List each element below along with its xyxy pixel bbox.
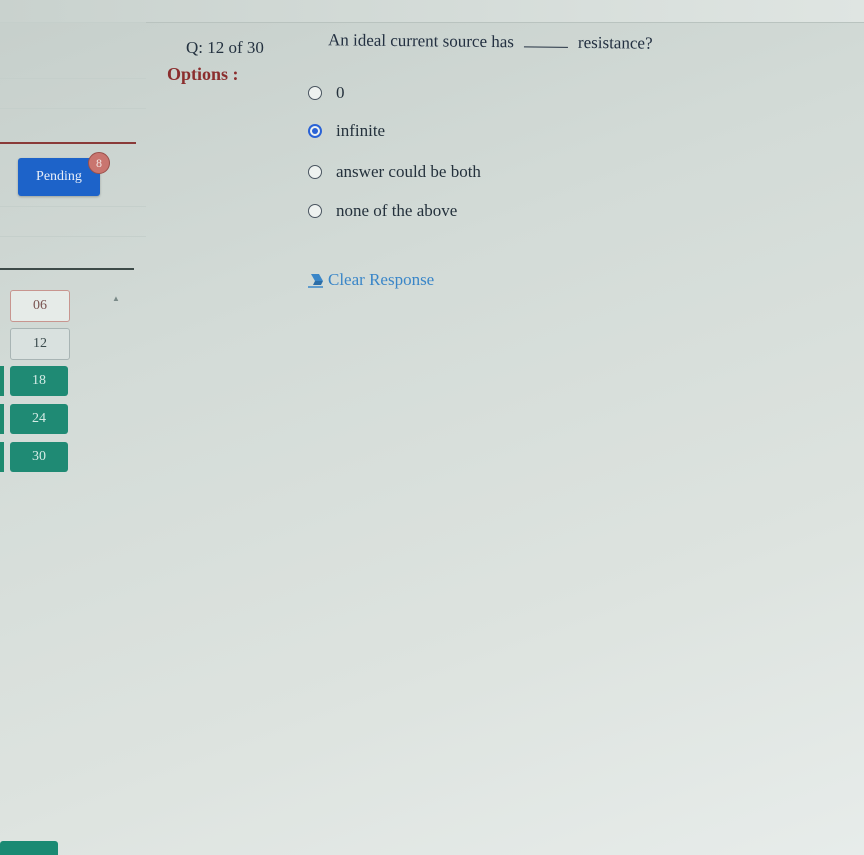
clear-response-link[interactable]: Clear Response [306,270,434,290]
sidebar-section-line [0,268,134,270]
question-text: An ideal current source has resistance? [328,30,653,53]
question-group-label: 24 [32,411,46,426]
option-0[interactable]: 0 [308,83,345,103]
question-group-label: 30 [32,449,46,464]
pending-label: Pending [36,169,82,184]
option-none-of-the-above[interactable]: none of the above [308,201,457,221]
radio-button[interactable] [308,204,322,218]
question-text-start: An ideal current source has [327,30,515,52]
clear-response-label: Clear Response [328,270,435,289]
radio-button[interactable] [308,86,322,100]
question-group-label: 06 [33,298,47,313]
group-accent [0,442,4,472]
sidebar-divider [0,22,146,23]
option-answer-could-be-both[interactable]: answer could be both [308,162,481,182]
question-text-end: resistance? [577,32,653,53]
option-label: answer could be both [336,162,481,181]
question-group-button-30[interactable]: 30 [10,442,68,472]
option-infinite[interactable]: infinite [308,121,385,141]
pending-count: 8 [96,155,102,170]
group-accent [0,404,4,434]
group-accent [0,366,4,396]
sidebar-divider [0,206,146,207]
radio-button-selected[interactable] [308,124,322,138]
question-palette-sidebar [0,22,148,855]
option-label: infinite [336,121,386,140]
question-group-button-18[interactable]: 18 [10,366,68,396]
question-group-label: 12 [33,336,47,351]
question-group-label: 18 [32,373,46,388]
question-number: Q: 12 of 30 [186,38,264,57]
sidebar-divider [0,78,146,79]
question-group-button-06[interactable]: 06 [10,290,70,322]
options-label: Options : [167,64,239,84]
pending-count-badge: 8 [88,152,110,174]
sidebar-divider [0,108,146,109]
sidebar-divider [0,236,146,237]
scroll-up-arrow-icon[interactable]: ▲ [112,295,120,303]
question-group-button-24[interactable]: 24 [10,404,68,434]
option-label: 0 [336,83,345,102]
top-bar [0,0,864,23]
question-group-button-12[interactable]: 12 [10,328,70,360]
eraser-icon [306,272,324,288]
sidebar-section-line [0,142,136,144]
option-label: none of the above [336,201,458,220]
radio-button[interactable] [308,165,322,179]
question-blank [523,46,568,48]
bottom-action-tab[interactable] [0,841,58,855]
